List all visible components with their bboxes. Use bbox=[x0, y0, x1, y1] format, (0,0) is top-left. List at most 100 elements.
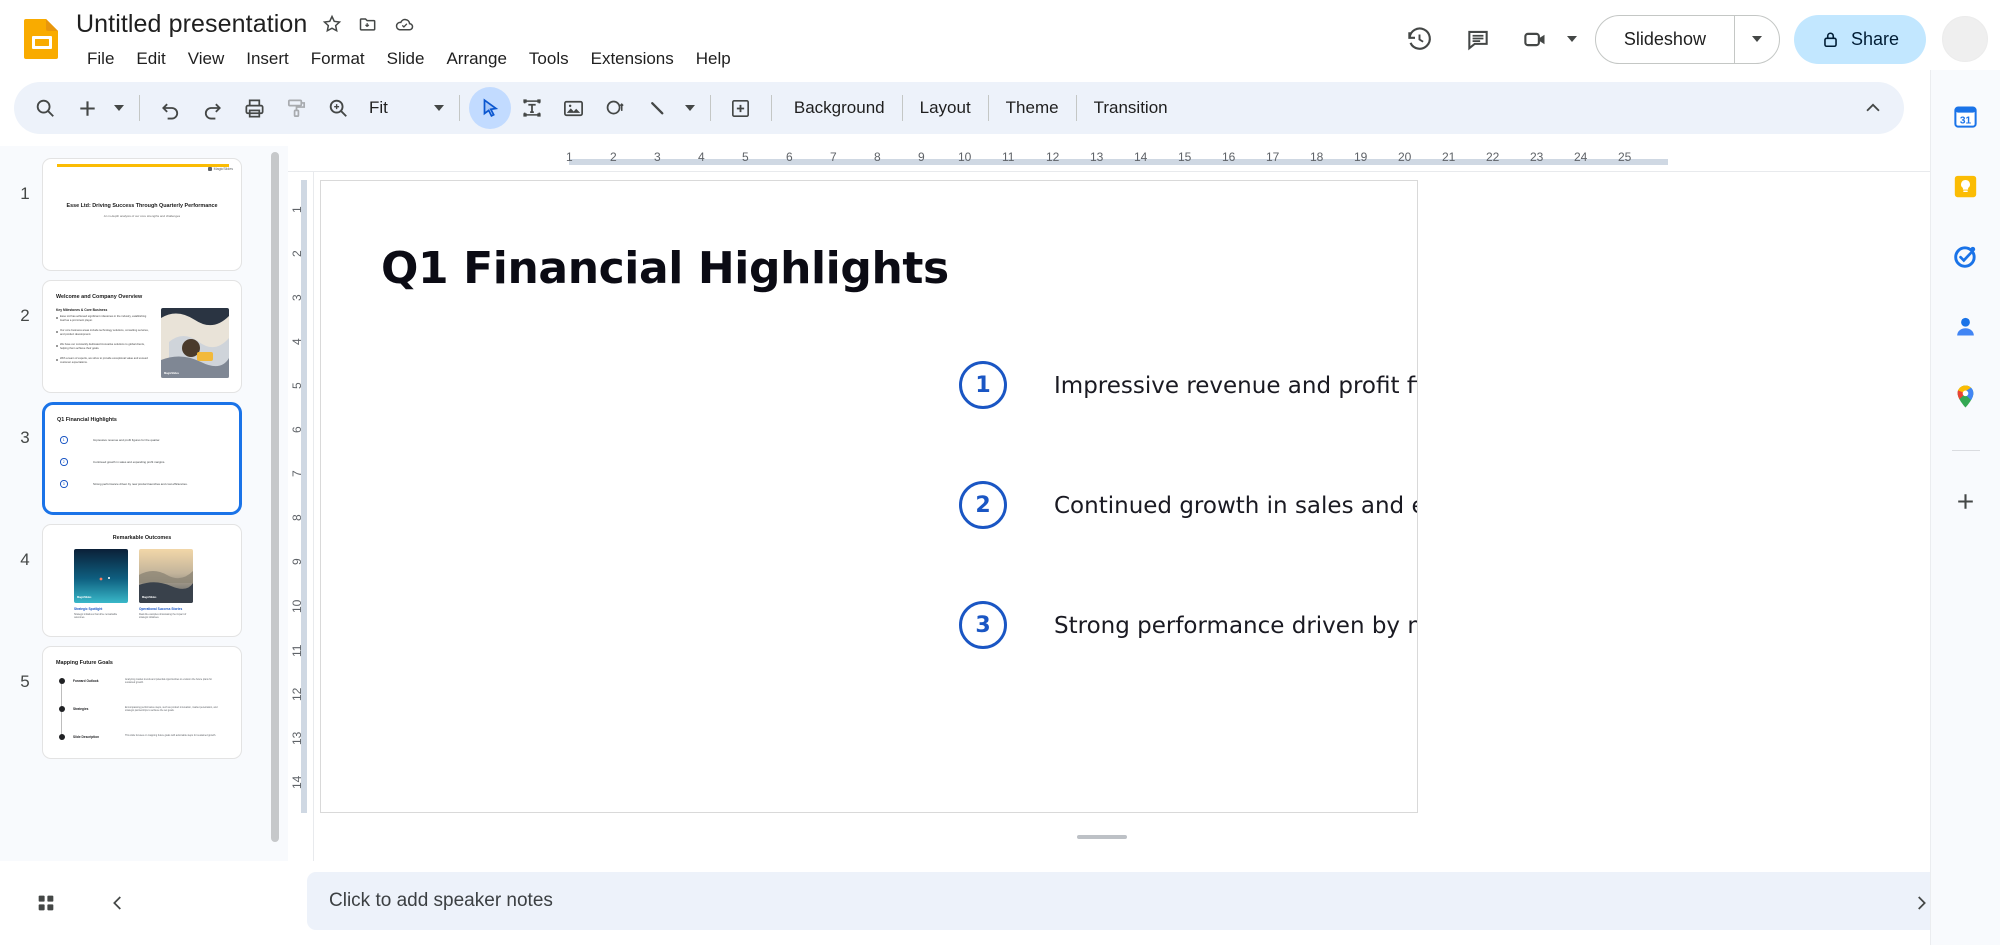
select-cursor-icon[interactable] bbox=[468, 87, 511, 129]
menu-item-insert[interactable]: Insert bbox=[235, 45, 300, 73]
slide-thumbnail[interactable]: Remarkable Outcomes MagicSlides MagicSli… bbox=[42, 524, 242, 637]
bullet-dot bbox=[56, 359, 59, 362]
google-tasks-icon[interactable] bbox=[1944, 234, 1988, 278]
add-slide-icon[interactable] bbox=[66, 87, 108, 129]
add-slide-options-icon[interactable] bbox=[108, 87, 130, 129]
paint-format-icon[interactable] bbox=[275, 87, 317, 129]
ruler-tick: 18 bbox=[1310, 150, 1324, 164]
slide-title-text[interactable]: Q1 Financial Highlights bbox=[381, 243, 949, 294]
share-label: Share bbox=[1850, 28, 1899, 49]
menu-item-format[interactable]: Format bbox=[300, 45, 376, 73]
ruler-tick: 9 bbox=[918, 150, 925, 164]
redo-icon[interactable] bbox=[191, 87, 233, 129]
ruler-tick: 22 bbox=[1486, 150, 1500, 164]
grid-view-icon[interactable] bbox=[22, 879, 70, 927]
ruler-tick: 4 bbox=[290, 338, 304, 345]
google-keep-icon[interactable] bbox=[1944, 164, 1988, 208]
filmstrip-slide-5[interactable]: 5 Mapping Future Goals Forward Outlook A… bbox=[0, 646, 288, 759]
comments-icon[interactable] bbox=[1449, 10, 1507, 68]
line-icon[interactable] bbox=[637, 87, 679, 129]
ruler-tick: 1 bbox=[290, 206, 304, 213]
google-contacts-icon[interactable] bbox=[1944, 304, 1988, 348]
menu-item-slide[interactable]: Slide bbox=[376, 45, 436, 73]
slide-thumbnail-selected[interactable]: Q1 Financial Highlights 1 Impressive rev… bbox=[42, 402, 242, 515]
menu-item-edit[interactable]: Edit bbox=[125, 45, 176, 73]
current-slide-wrapper[interactable]: Q1 Financial Highlights 1 Impressive rev… bbox=[320, 180, 1418, 813]
undo-icon[interactable] bbox=[149, 87, 191, 129]
item-number-badge: 2 bbox=[959, 481, 1007, 529]
google-maps-icon[interactable] bbox=[1944, 374, 1988, 418]
line-options-icon[interactable] bbox=[679, 87, 701, 129]
menu-item-extensions[interactable]: Extensions bbox=[580, 45, 685, 73]
chevron-down-icon[interactable] bbox=[1566, 36, 1577, 42]
ruler-tick: 14 bbox=[1134, 150, 1148, 164]
brand-label: MagicSlides bbox=[213, 167, 233, 171]
filmstrip-slide-1[interactable]: 1 MagicSlides Esse Ltd: Driving Success … bbox=[0, 158, 288, 271]
present-to-meeting-button[interactable] bbox=[1507, 10, 1581, 68]
slide-thumbnail[interactable]: Welcome and Company Overview Key Milesto… bbox=[42, 280, 242, 393]
speaker-notes-input[interactable]: Click to add speaker notes bbox=[307, 872, 1945, 930]
search-icon[interactable] bbox=[24, 87, 66, 129]
chevron-down-icon bbox=[1751, 36, 1762, 42]
print-icon[interactable] bbox=[233, 87, 275, 129]
collapse-toolbar-icon[interactable] bbox=[1852, 87, 1894, 129]
menu-item-arrange[interactable]: Arrange bbox=[435, 45, 517, 73]
filmstrip-scrollbar[interactable] bbox=[271, 152, 279, 842]
text-box-icon[interactable] bbox=[511, 87, 553, 129]
menu-bar: File Edit View Insert Format Slide Arran… bbox=[76, 45, 742, 73]
ruler-tick: 5 bbox=[290, 382, 304, 389]
ruler-tick: 23 bbox=[1530, 150, 1544, 164]
add-comment-icon[interactable] bbox=[720, 87, 762, 129]
scrollbar-thumb[interactable] bbox=[271, 152, 279, 842]
add-ons-plus-icon[interactable] bbox=[1944, 479, 1988, 523]
filmstrip-slide-4[interactable]: 4 Remarkable Outcomes MagicSlides MagicS… bbox=[0, 524, 288, 637]
slide-thumbnail[interactable]: MagicSlides Esse Ltd: Driving Success Th… bbox=[42, 158, 242, 271]
item-text[interactable]: Strong performance driven by new product… bbox=[1054, 613, 1417, 639]
zoom-level-dropdown-icon[interactable] bbox=[428, 87, 450, 129]
thumb-title: Q1 Financial Highlights bbox=[57, 417, 117, 423]
menu-item-tools[interactable]: Tools bbox=[518, 45, 580, 73]
collapse-filmstrip-icon[interactable] bbox=[94, 879, 142, 927]
card-body: Real-life examples showcasing the impact… bbox=[139, 613, 187, 620]
bullet-dot bbox=[56, 317, 59, 320]
google-calendar-icon[interactable]: 31 bbox=[1944, 94, 1988, 138]
menu-item-file[interactable]: File bbox=[76, 45, 125, 73]
slide-filmstrip[interactable]: 1 MagicSlides Esse Ltd: Driving Success … bbox=[0, 146, 288, 861]
notes-resize-handle[interactable] bbox=[1077, 835, 1127, 839]
insert-image-icon[interactable] bbox=[553, 87, 595, 129]
ruler-tick: 2 bbox=[290, 250, 304, 257]
divider bbox=[987, 95, 989, 121]
slideshow-options-button[interactable] bbox=[1735, 16, 1779, 63]
horizontal-ruler[interactable]: 1 2 3 4 5 6 7 8 9 10 11 12 13 14 15 16 17 18 19 20 21 22 23 24 2… bbox=[288, 146, 1954, 172]
version-history-icon[interactable] bbox=[1391, 10, 1449, 68]
slide-thumbnail[interactable]: Mapping Future Goals Forward Outlook Ana… bbox=[42, 646, 242, 759]
filmstrip-slide-3[interactable]: 3 Q1 Financial Highlights 1 Impressive r… bbox=[0, 402, 288, 515]
menu-item-help[interactable]: Help bbox=[685, 45, 742, 73]
star-icon[interactable] bbox=[321, 13, 343, 35]
image-badge: MagicSlides bbox=[77, 596, 92, 599]
meet-camera-icon[interactable] bbox=[1507, 10, 1565, 68]
menu-item-view[interactable]: View bbox=[177, 45, 236, 73]
background-button[interactable]: Background bbox=[781, 92, 898, 124]
document-title[interactable]: Untitled presentation bbox=[76, 10, 307, 39]
move-to-folder-icon[interactable] bbox=[357, 13, 379, 35]
ruler-tick: 12 bbox=[290, 687, 304, 701]
slide-editor[interactable]: Q1 Financial Highlights 1 Impressive rev… bbox=[320, 180, 1418, 813]
layout-button[interactable]: Layout bbox=[907, 92, 984, 124]
theme-button[interactable]: Theme bbox=[993, 92, 1072, 124]
zoom-level-label[interactable]: Fit bbox=[359, 98, 398, 118]
share-button[interactable]: Share bbox=[1793, 14, 1926, 64]
timeline-text: Analyzing market trends and potential op… bbox=[125, 678, 213, 685]
zoom-icon[interactable] bbox=[317, 87, 359, 129]
shape-icon[interactable] bbox=[595, 87, 637, 129]
slide-number: 3 bbox=[20, 428, 30, 447]
user-avatar[interactable] bbox=[1942, 16, 1988, 62]
slideshow-button[interactable]: Slideshow bbox=[1596, 16, 1734, 63]
ruler-tick: 8 bbox=[874, 150, 881, 164]
vertical-ruler[interactable]: 1 2 3 4 5 6 7 8 9 10 11 12 13 14 bbox=[288, 172, 314, 861]
filmstrip-slide-2[interactable]: 2 Welcome and Company Overview Key Miles… bbox=[0, 280, 288, 393]
cloud-saved-icon[interactable] bbox=[393, 13, 415, 35]
item-text[interactable]: Continued growth in sales and expanding … bbox=[1054, 493, 1417, 519]
item-text[interactable]: Impressive revenue and profit figures fo… bbox=[1054, 373, 1417, 399]
transition-button[interactable]: Transition bbox=[1081, 92, 1181, 124]
